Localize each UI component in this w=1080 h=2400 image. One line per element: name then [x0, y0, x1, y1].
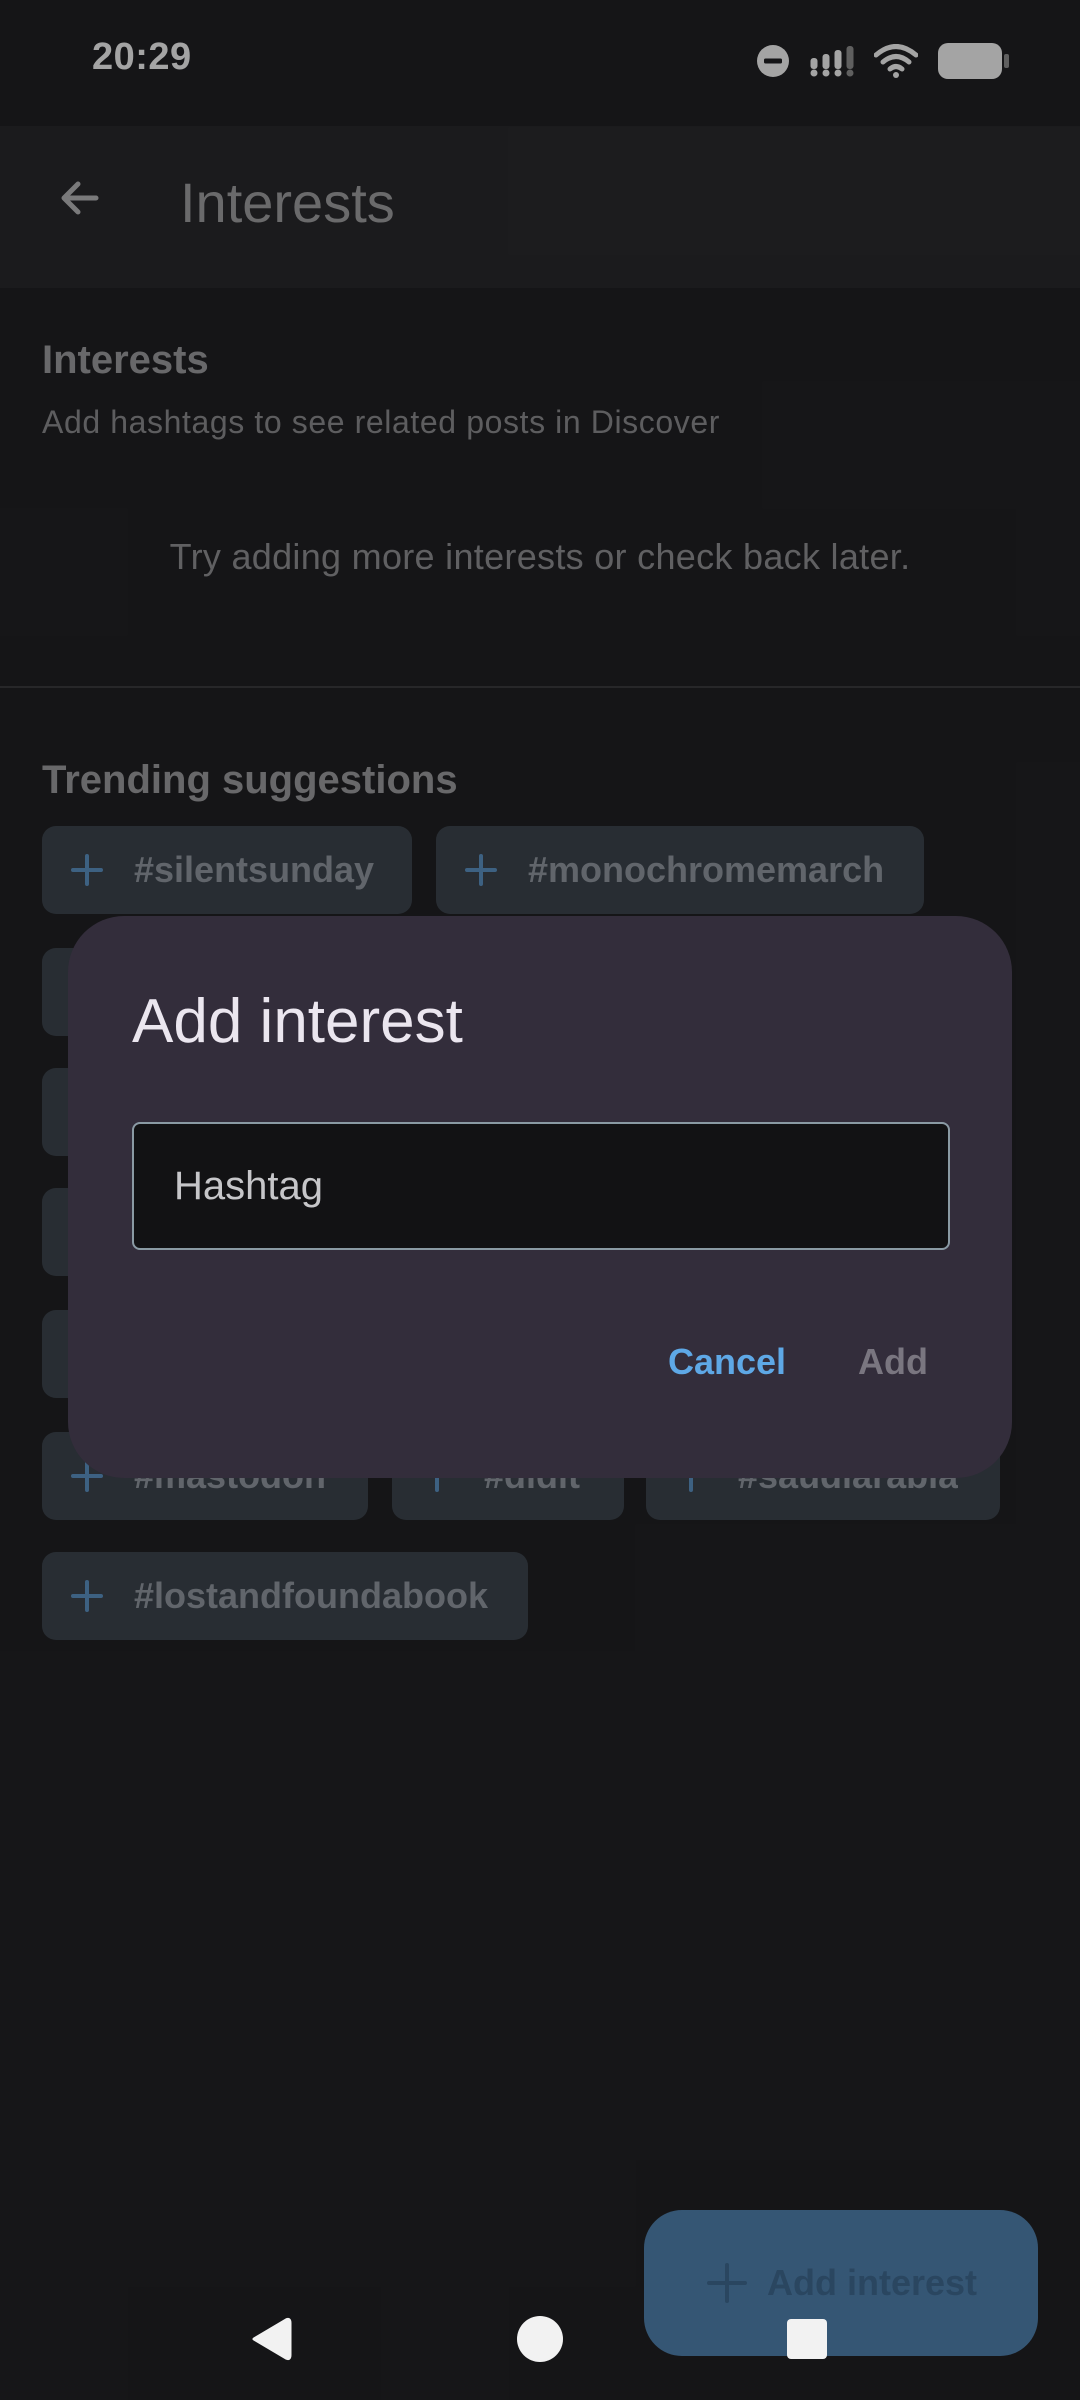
- battery-icon: [938, 43, 1010, 79]
- plus-icon: [71, 854, 103, 886]
- hashtag-input[interactable]: [132, 1122, 950, 1250]
- nav-home-button[interactable]: [503, 2302, 577, 2376]
- cancel-button[interactable]: Cancel: [668, 1324, 786, 1400]
- system-nav-bar: [0, 2274, 1080, 2400]
- status-time: 20:29: [92, 36, 192, 78]
- chip-label: #silentsunday: [134, 849, 375, 890]
- plus-icon: [71, 1580, 103, 1612]
- wifi-icon: [874, 44, 918, 78]
- empty-state-message: Try adding more interests or check back …: [169, 536, 911, 577]
- chip-label: #monochromemarch: [528, 849, 885, 890]
- suggestion-chip[interactable]: #silentsunday: [42, 826, 412, 914]
- nav-recents-button[interactable]: [770, 2302, 844, 2376]
- suggestion-chip[interactable]: #monochromemarch: [436, 826, 924, 914]
- dialog-title: Add interest: [132, 987, 463, 1056]
- suggestion-chip[interactable]: #lostandfoundabook: [42, 1552, 528, 1640]
- status-bar: 20:29: [0, 0, 1080, 126]
- add-button[interactable]: Add: [858, 1324, 928, 1400]
- back-button[interactable]: [42, 162, 118, 238]
- add-interest-dialog: Add interest Cancel Add: [68, 916, 1012, 1478]
- screen: 20:29 Interests Interests Add hashtags t…: [0, 0, 1080, 2400]
- interests-heading: Interests: [42, 338, 209, 382]
- interests-subtitle: Add hashtags to see related posts in Dis…: [42, 404, 721, 440]
- arrow-back-icon: [56, 174, 104, 227]
- app-bar: Interests: [0, 126, 1080, 288]
- nav-back-icon: [252, 2317, 292, 2361]
- signal-icon: [810, 44, 854, 78]
- chip-label: #lostandfoundabook: [134, 1575, 488, 1616]
- nav-home-icon: [517, 2316, 563, 2362]
- trending-heading: Trending suggestions: [42, 758, 458, 802]
- nav-recents-icon: [787, 2319, 827, 2359]
- do-not-disturb-icon: [756, 44, 790, 78]
- status-icons: [756, 36, 1010, 86]
- plus-icon: [465, 854, 497, 886]
- nav-back-button[interactable]: [234, 2302, 308, 2376]
- divider: [0, 686, 1080, 688]
- page-title: Interests: [180, 171, 395, 234]
